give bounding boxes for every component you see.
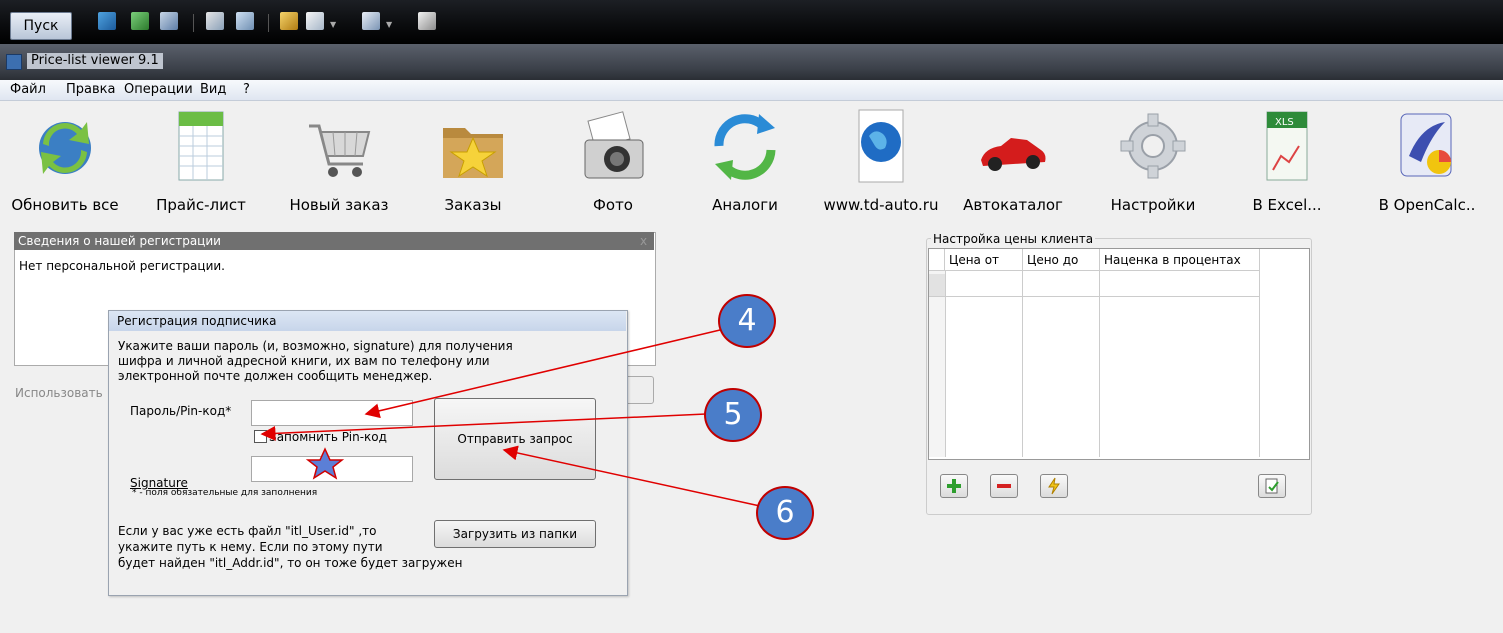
star-marker-icon <box>305 447 345 480</box>
annotation-marker-4: 4 <box>718 294 776 348</box>
annotation-marker-5: 5 <box>704 388 762 442</box>
annotation-marker-6: 6 <box>756 486 814 540</box>
annotation-arrow <box>364 329 721 419</box>
annotation-arrow <box>502 445 761 507</box>
annotation-arrow <box>260 413 707 441</box>
